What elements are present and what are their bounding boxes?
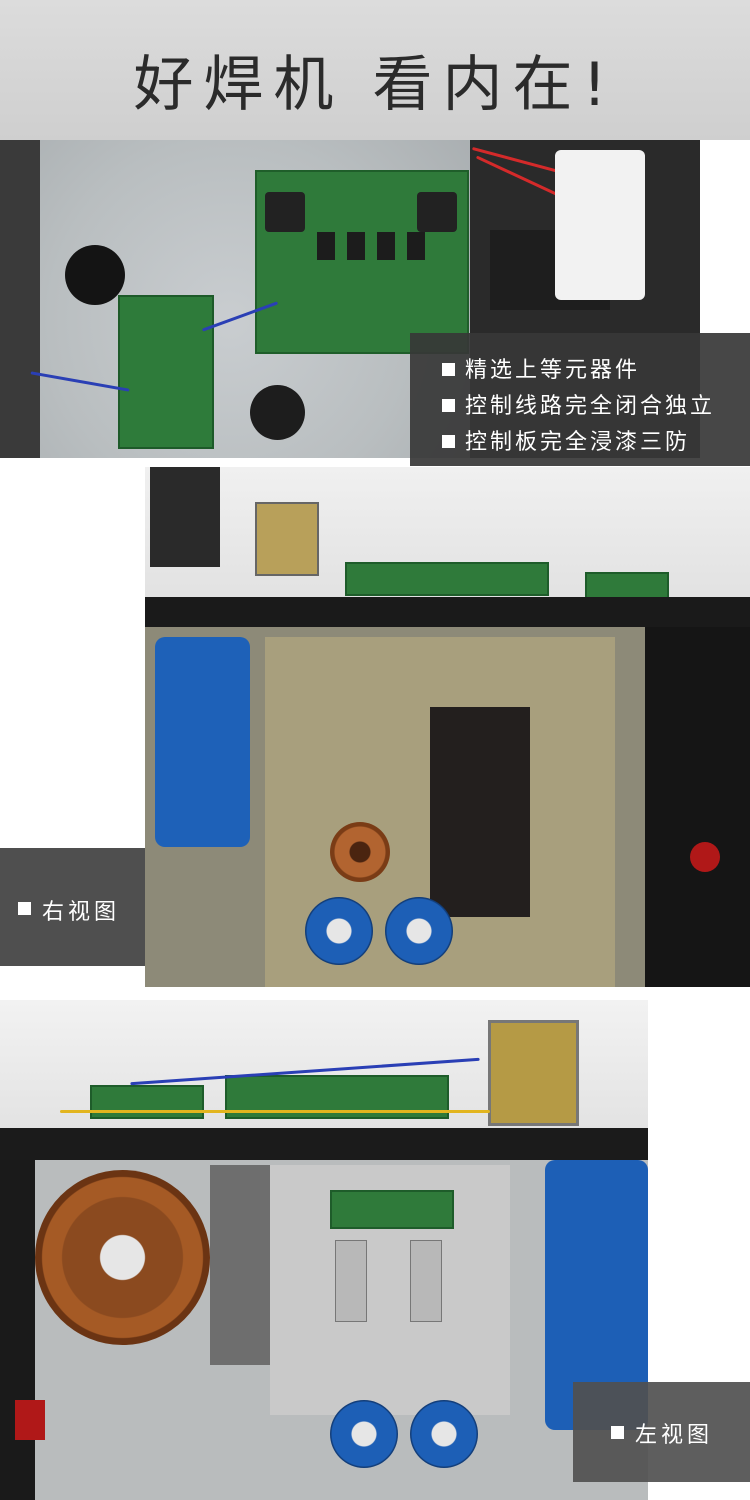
- white-terminal-block: [555, 150, 645, 300]
- divider-shelf: [0, 1128, 648, 1160]
- pcb-inductor: [265, 192, 305, 232]
- transformer: [488, 1020, 579, 1126]
- electrolytic-capacitor: [410, 1400, 478, 1468]
- left-view-label-box: 左视图: [573, 1382, 750, 1482]
- pcb-component: [407, 232, 425, 260]
- chassis-hole: [65, 245, 125, 305]
- red-terminal: [690, 842, 720, 872]
- bullet-square-icon: [442, 435, 455, 448]
- red-terminal: [15, 1400, 45, 1440]
- snubber-board: [330, 1190, 454, 1229]
- electrolytic-capacitor: [330, 1400, 398, 1468]
- main-control-board: [255, 170, 469, 354]
- bullet-square-icon: [442, 363, 455, 376]
- chassis-hole: [250, 385, 305, 440]
- toroidal-coil: [35, 1170, 210, 1345]
- left-view-photo: [0, 1000, 648, 1500]
- pcb-component: [317, 232, 335, 260]
- pcb-component: [377, 232, 395, 260]
- chassis-left-edge: [0, 140, 40, 458]
- front-panel-edge: [150, 467, 220, 567]
- feature-item: 精选上等元器件: [442, 355, 640, 387]
- feature-list: 精选上等元器件 控制线路完全闭合独立 控制板完全浸漆三防: [410, 333, 750, 466]
- transformer: [255, 502, 319, 576]
- divider-shelf: [145, 597, 750, 627]
- bullet-square-icon: [611, 1426, 624, 1439]
- insulation-pad: [430, 707, 530, 917]
- electrolytic-capacitor: [385, 897, 453, 965]
- cooling-fan: [155, 637, 250, 847]
- pcb-component: [347, 232, 365, 260]
- copper-coil: [330, 822, 390, 882]
- yellow-wire: [60, 1110, 490, 1113]
- bullet-square-icon: [18, 902, 31, 915]
- bullet-square-icon: [442, 399, 455, 412]
- control-board-strip: [90, 1085, 204, 1119]
- page-title: 好焊机 看内在!: [133, 50, 617, 120]
- chassis-frame: [0, 1160, 35, 1500]
- copper-bar: [410, 1240, 442, 1322]
- feature-text: 控制线路完全闭合独立: [465, 394, 716, 419]
- right-view-photo: [145, 467, 750, 987]
- output-terminal-area: [645, 627, 750, 987]
- pcb-inductor: [417, 192, 457, 232]
- control-board-strip: [345, 562, 549, 596]
- right-view-label-box: 右视图: [0, 848, 145, 966]
- feature-text: 控制板完全浸漆三防: [465, 430, 691, 455]
- electrolytic-capacitor: [305, 897, 373, 965]
- auxiliary-board: [118, 295, 214, 449]
- heatsink-fins: [210, 1165, 270, 1365]
- right-view-label: 右视图: [42, 900, 121, 925]
- left-view-label: 左视图: [635, 1423, 714, 1448]
- feature-text: 精选上等元器件: [465, 358, 641, 383]
- feature-item: 控制线路完全闭合独立: [442, 391, 715, 423]
- copper-bar: [335, 1240, 367, 1322]
- feature-item: 控制板完全浸漆三防: [442, 427, 690, 459]
